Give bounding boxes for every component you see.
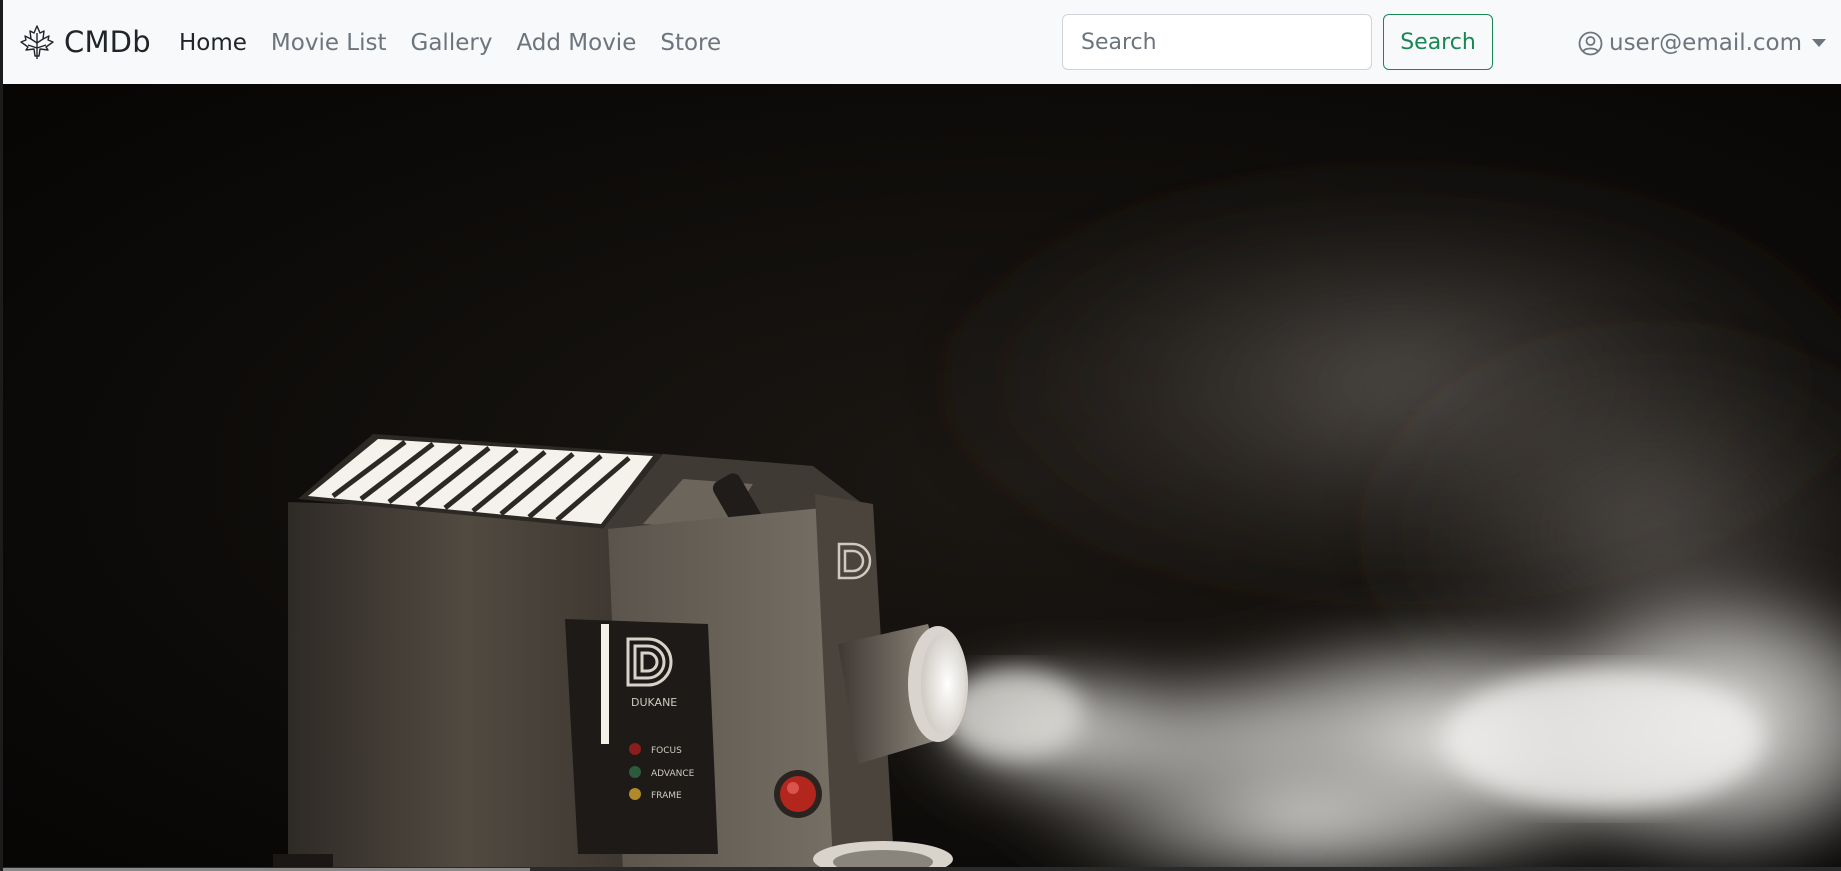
nav-link-movie-list[interactable]: Movie List [271, 24, 387, 62]
window-edge [0, 0, 3, 871]
brand-name: CMDb [64, 25, 151, 59]
projector-brand: DUKANE [631, 696, 677, 709]
nav-link-add-movie[interactable]: Add Movie [516, 24, 636, 62]
svg-text:FRAME: FRAME [651, 791, 682, 801]
nav-link-store[interactable]: Store [660, 24, 721, 62]
page: CMDb Home Movie List Gallery Add Movie S… [0, 0, 1841, 871]
search-button[interactable]: Search [1383, 14, 1493, 70]
user-email: user@email.com [1609, 30, 1803, 56]
caret-down-icon [1812, 39, 1827, 47]
user-circle-icon [1578, 31, 1603, 56]
nav-link-gallery[interactable]: Gallery [411, 24, 493, 62]
hero-image: DUKANE FOCUS ADVANCE FRAME [3, 84, 1841, 871]
maple-leaf-icon [18, 23, 56, 61]
nav-link-home[interactable]: Home [179, 24, 247, 62]
svg-text:ADVANCE: ADVANCE [651, 769, 695, 779]
horizontal-scrollbar[interactable] [0, 867, 1841, 871]
user-dropdown[interactable]: user@email.com [1578, 24, 1827, 62]
brand-link[interactable]: CMDb [18, 22, 151, 62]
navbar: CMDb Home Movie List Gallery Add Movie S… [3, 0, 1841, 84]
nav-links: Home Movie List Gallery Add Movie Store [179, 24, 745, 62]
search-input[interactable] [1062, 14, 1372, 70]
svg-text:FOCUS: FOCUS [651, 746, 682, 756]
